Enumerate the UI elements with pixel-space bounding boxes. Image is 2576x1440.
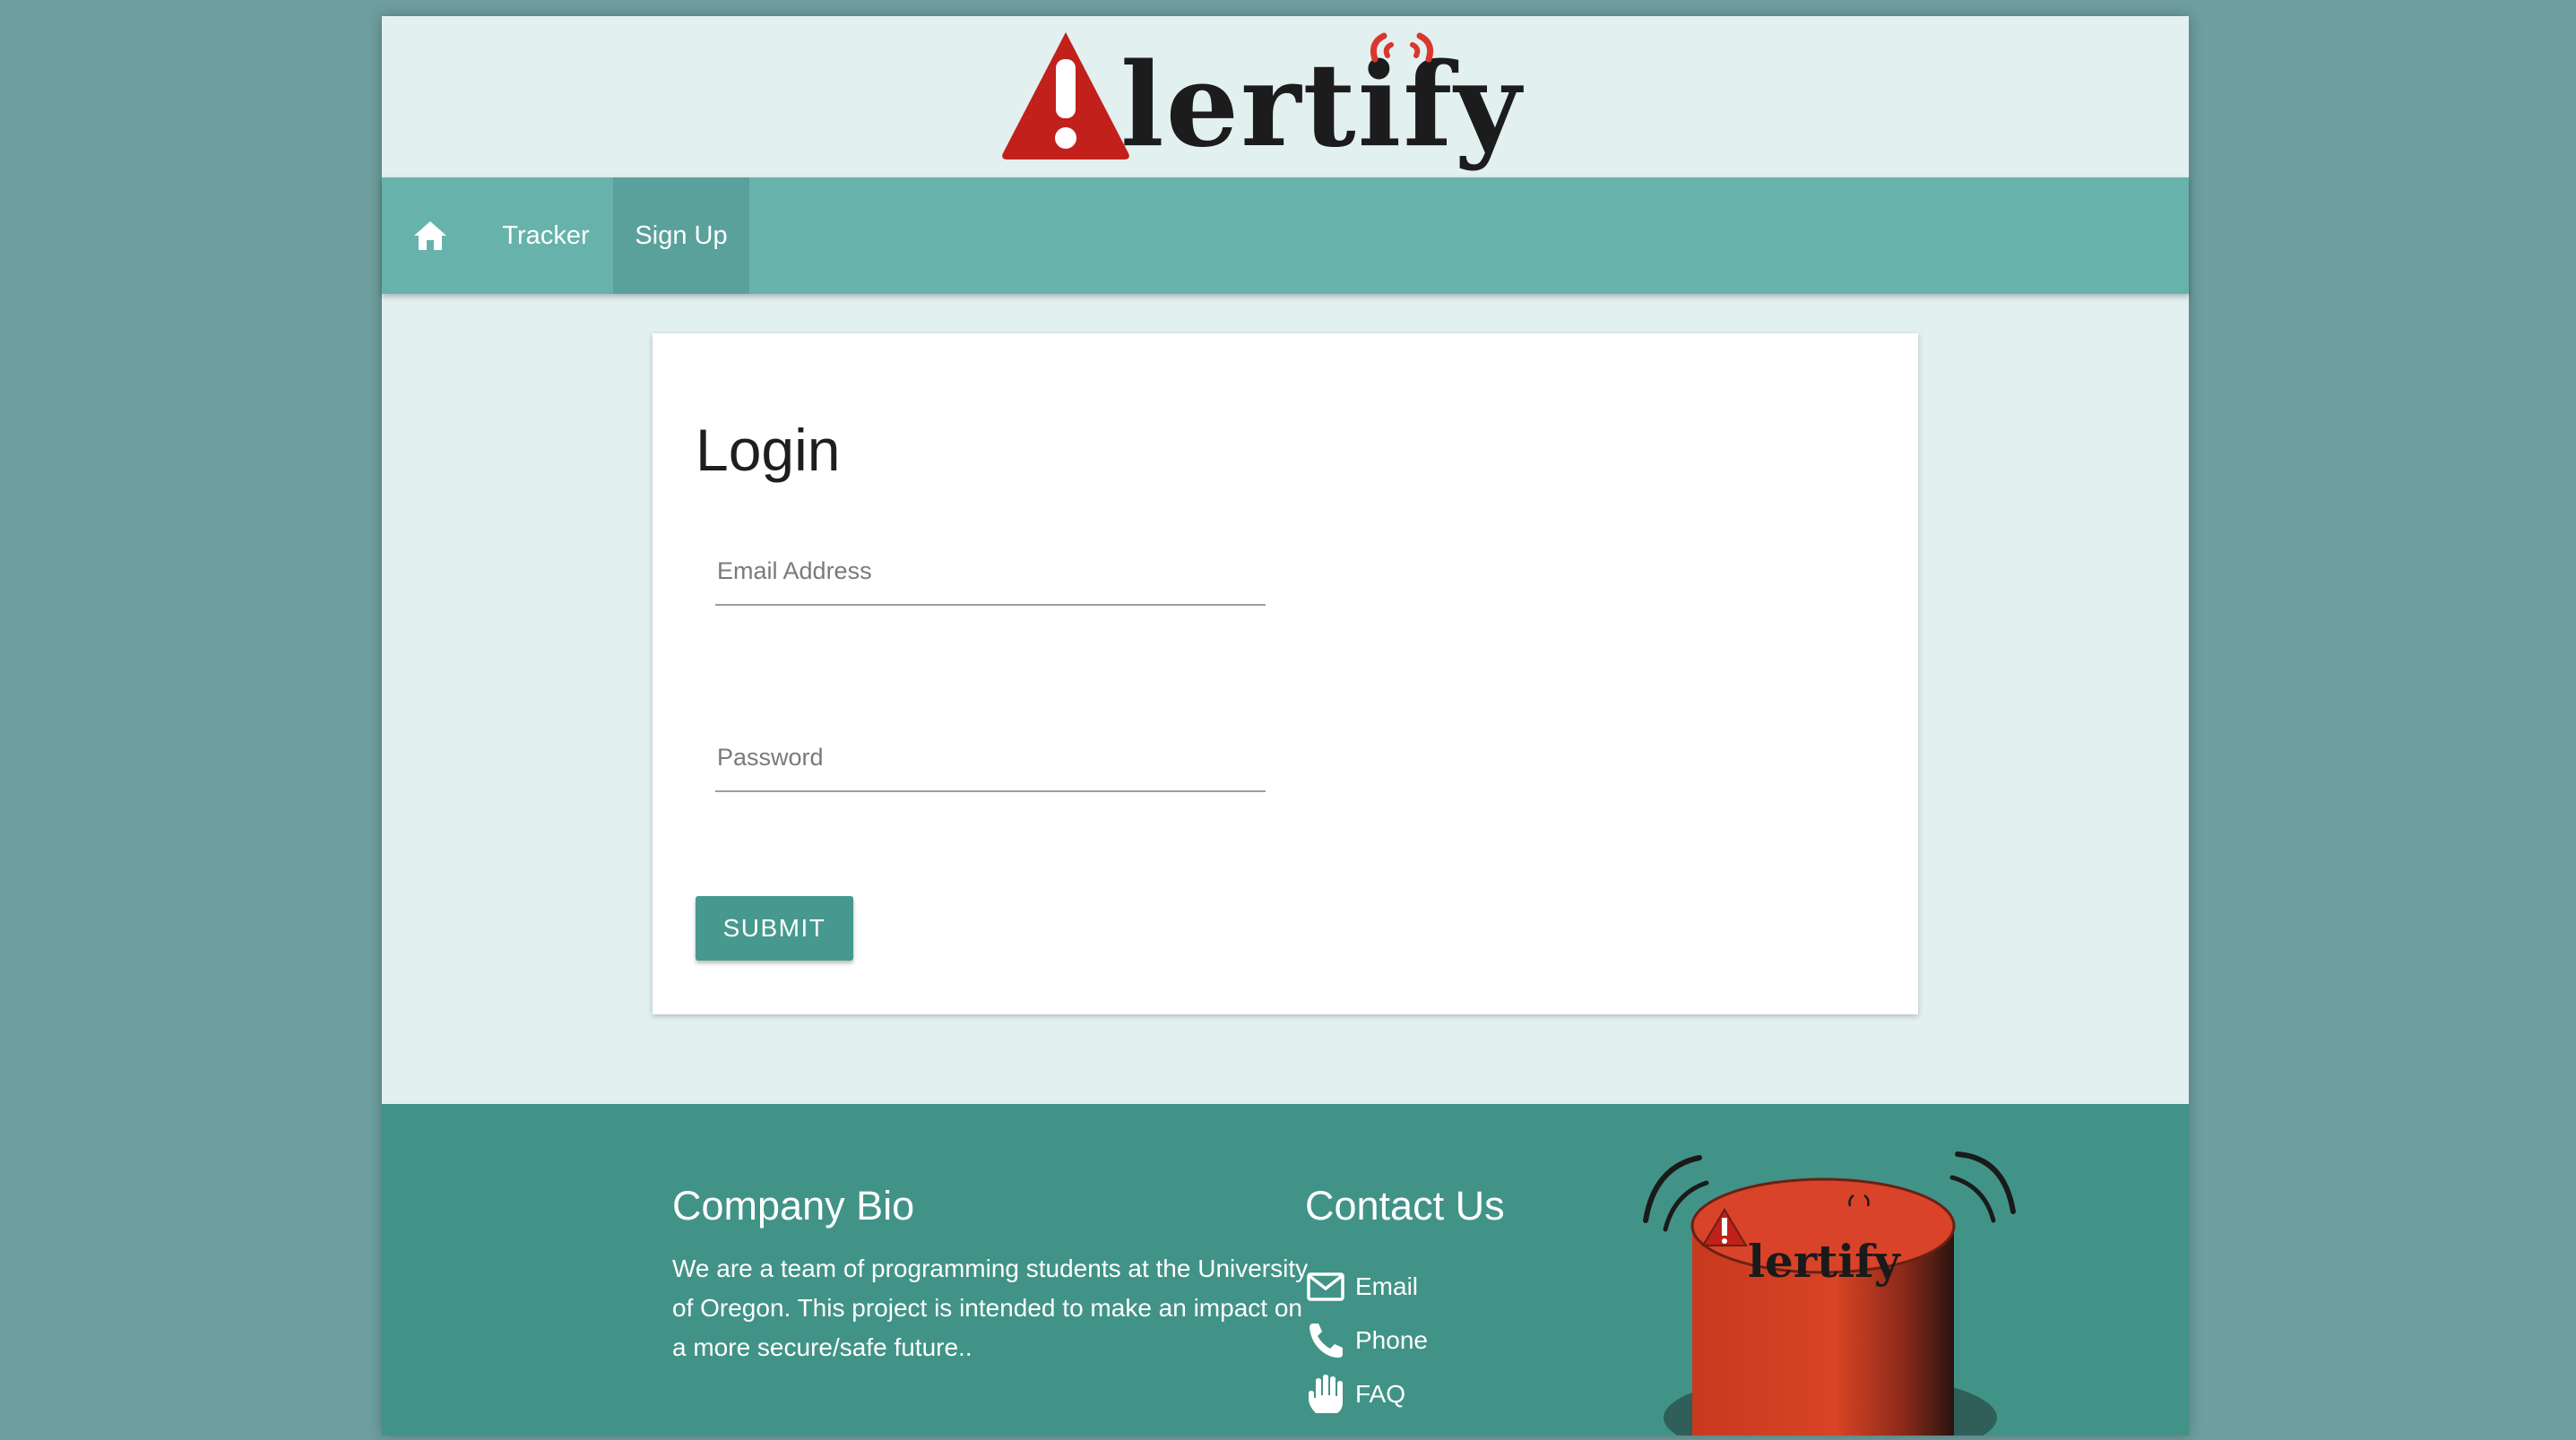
button-art-wordmark: lertify xyxy=(1748,1235,1900,1288)
nav-sign-up[interactable]: Sign Up xyxy=(613,177,749,294)
main-nav: Tracker Sign Up xyxy=(382,177,2189,294)
brand-header: lertify xyxy=(382,16,2189,177)
signal-waves-icon xyxy=(1370,32,1434,63)
nav-home[interactable] xyxy=(382,177,479,294)
phone-icon xyxy=(1310,1324,1343,1358)
login-title: Login xyxy=(696,417,841,483)
contact-email-link[interactable]: Email xyxy=(1305,1265,1418,1308)
page-container: lertify Tracker Sign Up Login SUBMIT Com… xyxy=(382,16,2189,1440)
alert-button-illustration: lertify xyxy=(1619,1131,2040,1440)
nav-tracker[interactable]: Tracker xyxy=(479,177,613,294)
contact-faq-link[interactable]: FAQ xyxy=(1305,1373,1405,1416)
home-icon xyxy=(414,221,446,250)
contact-phone-label: Phone xyxy=(1355,1326,1428,1354)
contact-email-label: Email xyxy=(1355,1272,1419,1300)
envelope-icon xyxy=(1307,1272,1344,1301)
footer: Company Bio We are a team of programming… xyxy=(382,1104,2189,1440)
logo-wordmark: lertify xyxy=(1120,39,1523,173)
alertify-logo[interactable]: lertify xyxy=(998,23,1626,185)
submit-button[interactable]: SUBMIT xyxy=(696,896,853,961)
login-card: Login SUBMIT xyxy=(653,333,1918,1014)
contact-phone-link[interactable]: Phone xyxy=(1305,1319,1428,1362)
password-field[interactable] xyxy=(715,733,1266,792)
contact-us-title: Contact Us xyxy=(1305,1183,1505,1229)
hand-icon xyxy=(1309,1375,1343,1413)
company-bio-text: We are a team of programming students at… xyxy=(672,1255,1309,1361)
email-field[interactable] xyxy=(715,547,1266,606)
company-bio-title: Company Bio xyxy=(672,1183,915,1229)
warning-triangle-icon xyxy=(1002,32,1129,160)
contact-faq-label: FAQ xyxy=(1355,1380,1406,1408)
